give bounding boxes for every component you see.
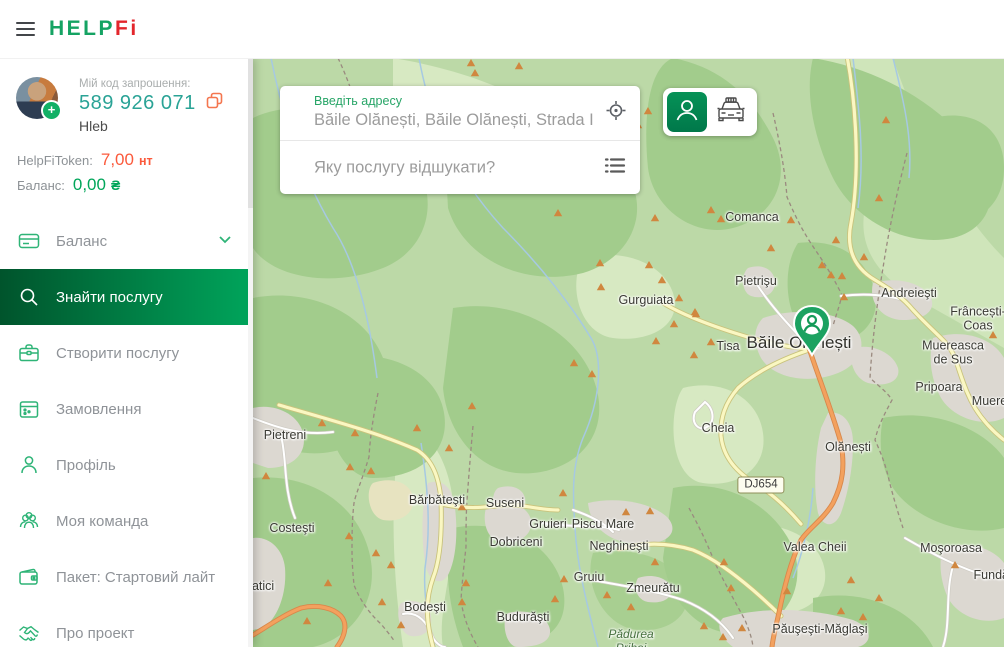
my-location-icon[interactable] xyxy=(605,100,627,127)
search-panel: Введіть адресу Băile Olănești, Băile Olă… xyxy=(280,86,640,194)
balance-unit: ₴ xyxy=(111,174,120,197)
sidebar: + Мій код запрошення: 589 926 071 Hleb xyxy=(0,58,253,647)
sidebar-item-about[interactable]: Про проект xyxy=(0,605,253,647)
card-icon xyxy=(17,229,41,253)
sidebar-item-package[interactable]: Пакет: Стартовий лайт xyxy=(0,549,253,605)
person-icon xyxy=(17,453,41,477)
wallet-icon xyxy=(17,565,41,589)
handshake-icon xyxy=(17,621,41,645)
calendar-icon xyxy=(17,397,41,421)
sidebar-item-profile[interactable]: Профіль xyxy=(0,437,253,493)
logo-text-accent: Fi xyxy=(115,17,139,40)
top-bar: HELPFi xyxy=(0,0,1004,59)
sidebar-item-label: Моя команда xyxy=(56,513,148,530)
sidebar-item-label: Профіль xyxy=(56,457,116,474)
sidebar-item-label: Баланс xyxy=(56,233,107,250)
sidebar-item-label: Замовлення xyxy=(56,401,141,418)
balance-value: 0,00 xyxy=(73,173,106,196)
app-logo[interactable]: HELPFi xyxy=(49,17,139,41)
balances-block: HelpFiToken: 7,00 нт Баланс: 0,00 ₴ xyxy=(0,134,253,197)
copy-icon[interactable] xyxy=(206,92,224,115)
person-mode-button[interactable] xyxy=(667,92,707,132)
sidebar-item-balance[interactable]: Баланс xyxy=(0,213,253,269)
list-icon[interactable] xyxy=(603,154,627,183)
helpfi-app: HELPFi + Мій код запрошення: 589 926 071 xyxy=(0,0,1004,647)
briefcase-icon xyxy=(17,341,41,365)
token-unit: нт xyxy=(139,150,153,173)
person-icon xyxy=(673,96,701,129)
road-shield: DJ654 xyxy=(737,477,784,494)
profile-block: + Мій код запрошення: 589 926 071 Hleb xyxy=(0,58,253,134)
map-marker-pin[interactable] xyxy=(791,304,833,358)
search-icon xyxy=(17,285,41,309)
balance-label: Баланс: xyxy=(17,174,65,197)
add-invite-button[interactable]: + xyxy=(41,100,62,121)
sidebar-item-label: Пакет: Стартовий лайт xyxy=(56,569,215,586)
chevron-down-icon xyxy=(215,229,235,253)
team-icon xyxy=(17,509,41,533)
address-row[interactable]: Введіть адресу Băile Olănești, Băile Olă… xyxy=(280,86,640,140)
taxi-icon xyxy=(714,95,748,130)
invite-code-value: 589 926 071 xyxy=(79,92,196,115)
sidebar-item-label: Створити послугу xyxy=(56,345,179,362)
sidebar-item-my-team[interactable]: Моя команда xyxy=(0,493,253,549)
token-value: 7,00 xyxy=(101,148,134,171)
sidebar-scrollbar[interactable] xyxy=(248,58,253,647)
invite-code-label: Мій код запрошення: xyxy=(79,78,224,90)
sidebar-item-label: Знайти послугу xyxy=(56,289,163,306)
user-name: Hleb xyxy=(79,118,224,134)
address-input[interactable]: Băile Olănești, Băile Olănești, Strada I xyxy=(314,111,594,130)
sidebar-item-create-service[interactable]: Створити послугу xyxy=(0,325,253,381)
sidebar-menu: Баланс Знайти послугу xyxy=(0,213,253,647)
sidebar-item-find-service[interactable]: Знайти послугу xyxy=(0,269,253,325)
sidebar-item-label: Про проект xyxy=(56,625,134,642)
sidebar-item-orders[interactable]: Замовлення xyxy=(0,381,253,437)
logo-text-primary: HELP xyxy=(49,17,115,40)
hamburger-menu-icon[interactable] xyxy=(16,22,35,37)
token-label: HelpFiToken: xyxy=(17,149,93,172)
taxi-mode-button[interactable] xyxy=(711,92,751,132)
service-row[interactable]: Яку послугу відшукати? xyxy=(280,141,640,195)
search-mode-toggle xyxy=(663,88,757,136)
address-label: Введіть адресу xyxy=(314,94,402,108)
map-canvas[interactable]: ComancaPietrişuAndreieştiFrâncești-CoasG… xyxy=(253,58,1004,647)
service-search-input[interactable]: Яку послугу відшукати? xyxy=(314,159,495,178)
